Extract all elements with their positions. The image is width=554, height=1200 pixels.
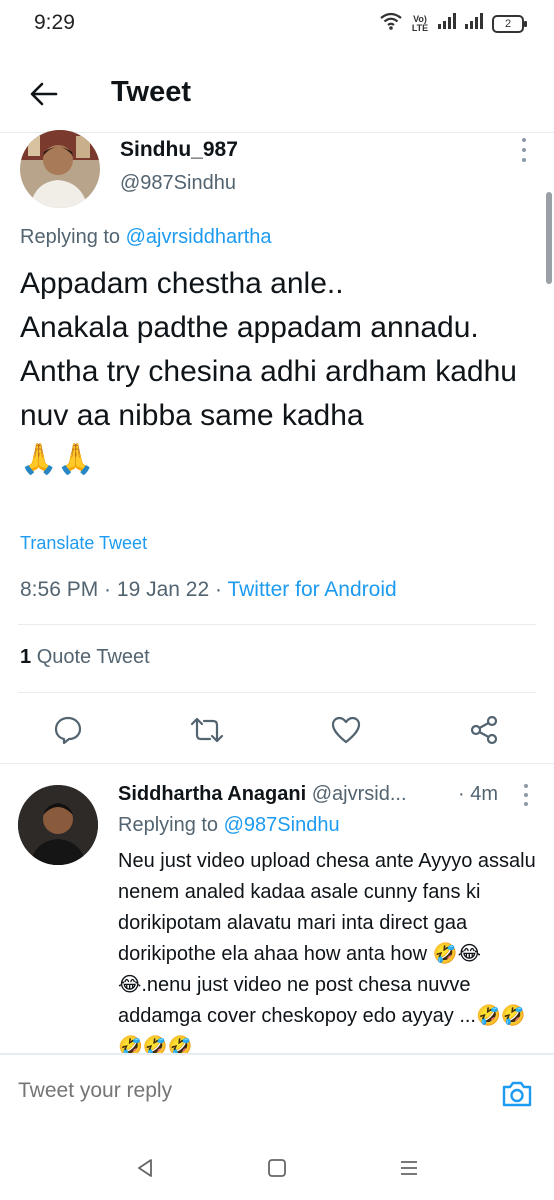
nav-home-button[interactable] [260,1151,294,1185]
reply-input[interactable] [18,1079,458,1103]
status-time: 9:29 [34,11,75,34]
author-name[interactable]: Sindhu_987 [120,138,238,162]
share-icon [470,715,498,745]
retweet-icon [190,717,224,743]
reply-author-name: Siddhartha Anagani [118,783,307,805]
nav-menu-button[interactable] [392,1151,426,1185]
quote-tweets-link[interactable]: 1 Quote Tweet [20,646,150,669]
retweet-button[interactable] [187,710,227,750]
tweet-actions [0,700,554,760]
quote-count: 1 [20,646,32,668]
page-title: Tweet [111,76,192,108]
reply-replying-to: Replying to @987Sindhu [118,814,340,837]
tweet-time: 8:56 PM [20,578,99,601]
app-header: Tweet [0,62,554,126]
reply-time: · 4m [458,783,498,805]
reply-text[interactable]: Neu just video upload chesa ante Ayyyo a… [118,846,536,1054]
like-icon [331,716,361,744]
tweet-text: Appadam chestha anle.. Anakala padthe ap… [20,267,517,476]
battery-icon: 2 [492,14,527,33]
menu-lines-icon [401,1161,417,1175]
divider [0,763,554,764]
system-nav-bar [0,1135,554,1200]
camera-icon [502,1081,532,1107]
signal-icon [465,13,483,34]
more-options-icon[interactable] [518,138,530,162]
share-button[interactable] [464,710,504,750]
wifi-icon [380,12,402,35]
divider [18,624,536,625]
replying-to: Replying to @ajvrsiddhartha [20,226,272,249]
signal-icon [438,13,456,34]
reply-icon [54,716,82,745]
like-button[interactable] [326,710,366,750]
quote-label: Quote Tweet [36,646,150,668]
status-bar: 9:29 Vo) LTE 2 [0,0,554,48]
reply-button[interactable] [48,710,88,750]
scrollbar[interactable] [546,192,552,284]
volte-icon: Vo) LTE [411,14,429,33]
reply-more-options-icon[interactable] [520,784,532,806]
reply-composer [0,1055,554,1135]
home-square-icon [268,1159,286,1177]
arrow-left-icon [30,82,58,106]
tweet-date: 19 Jan 22 [116,578,210,601]
reply-author[interactable]: Siddhartha Anagani @ajvrsid... [118,783,407,806]
status-icons: Vo) LTE 2 [380,12,527,35]
volte-label-bottom: LTE [411,22,429,33]
nav-back-button[interactable] [128,1151,162,1185]
replying-prefix: Replying to [20,226,126,248]
author-handle[interactable]: @987Sindhu [120,172,236,195]
divider [18,692,536,693]
replying-mention-link[interactable]: @ajvrsiddhartha [126,226,272,248]
reply-replying-prefix: Replying to [118,814,224,836]
reply-author-handle: @ajvrsid... [311,783,407,805]
header-divider [0,132,554,133]
back-button[interactable] [24,74,64,114]
tweet-meta: 8:56 PM · 19 Jan 22 · Twitter for Androi… [20,578,397,601]
tweet-source-link[interactable]: Twitter for Android [227,578,396,601]
camera-button[interactable] [496,1073,538,1115]
translate-tweet-link[interactable]: Translate Tweet [20,533,147,554]
back-triangle-icon [138,1159,152,1177]
reply-replying-mention-link[interactable]: @987Sindhu [224,814,340,836]
avatar[interactable] [20,130,100,208]
reply-avatar[interactable] [18,785,98,865]
